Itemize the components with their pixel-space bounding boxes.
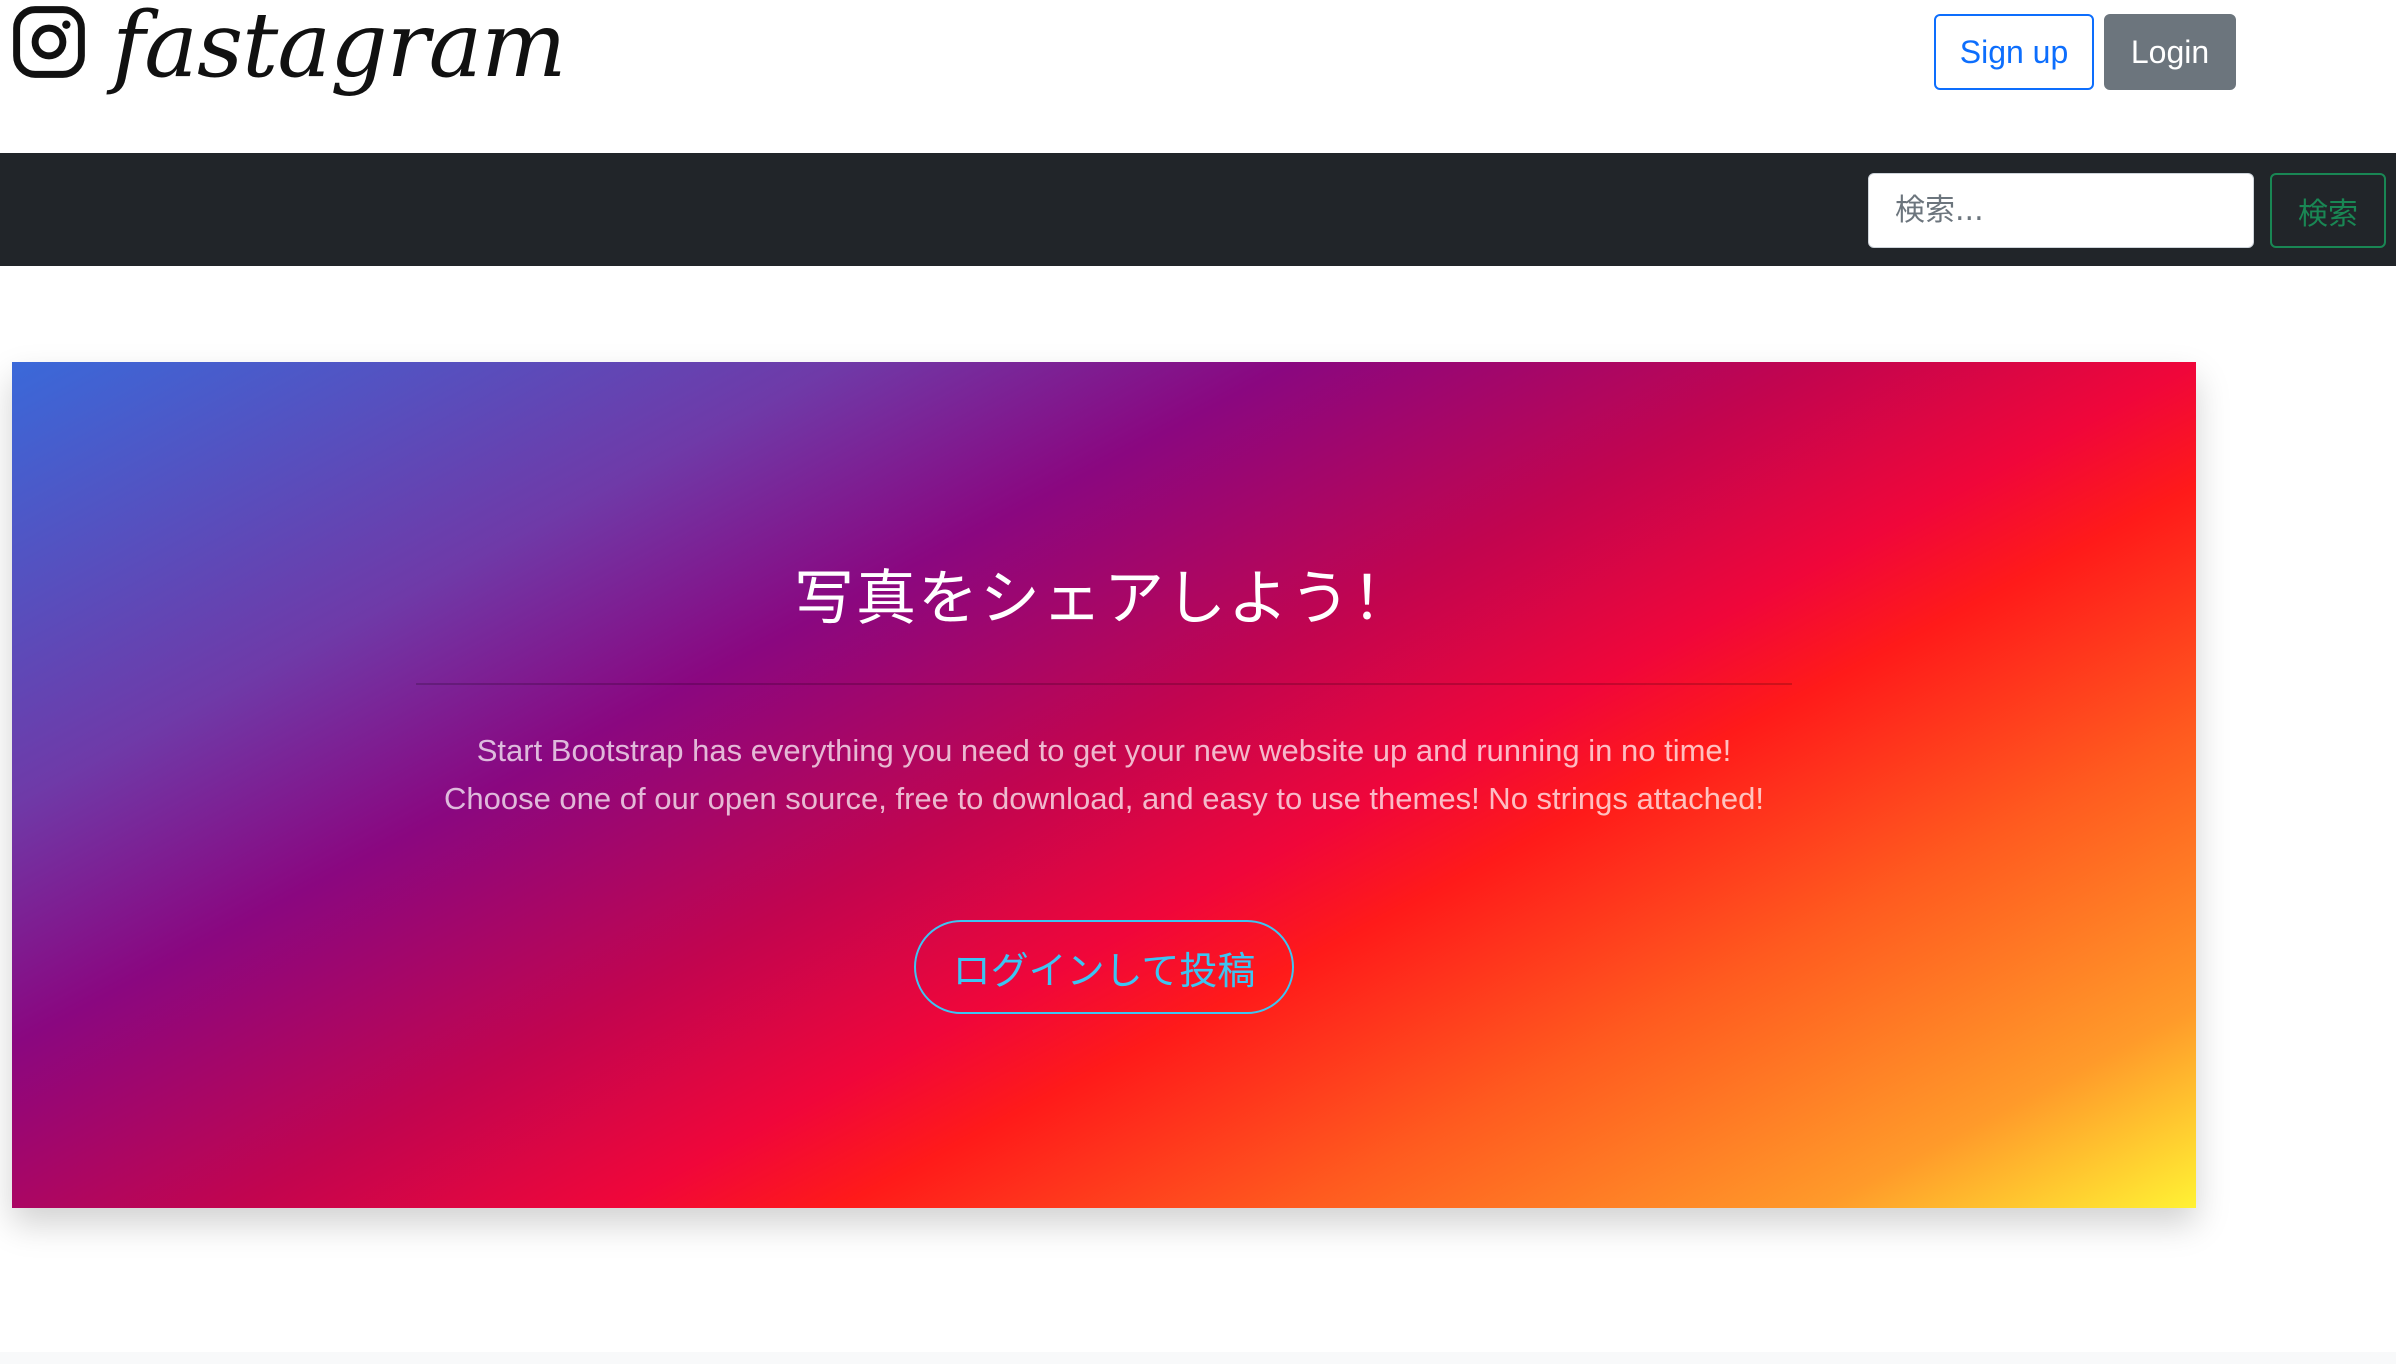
- footer-edge: [0, 1352, 2396, 1364]
- login-to-post-button[interactable]: ログインして投稿: [914, 920, 1294, 1014]
- hero-divider: [416, 683, 1792, 685]
- login-button[interactable]: Login: [2104, 14, 2236, 90]
- instagram-icon: [13, 6, 85, 78]
- brand-link[interactable]: fastagram: [12, 0, 567, 110]
- signup-button[interactable]: Sign up: [1934, 14, 2094, 90]
- hero-title: 写真をシェアしよう！: [794, 564, 1414, 634]
- search-input[interactable]: [1868, 173, 2254, 248]
- top-header: fastagram Sign up Login: [0, 0, 2396, 153]
- auth-buttons: Sign up Login: [1934, 14, 2236, 90]
- brand-name: fastagram: [112, 0, 567, 98]
- search-button[interactable]: 検索: [2270, 173, 2386, 248]
- hero-description: Start Bootstrap has everything you need …: [443, 733, 1765, 816]
- hero-banner: 写真をシェアしよう！ Start Bootstrap has everythin…: [12, 362, 2196, 1208]
- navbar: 検索: [0, 153, 2396, 266]
